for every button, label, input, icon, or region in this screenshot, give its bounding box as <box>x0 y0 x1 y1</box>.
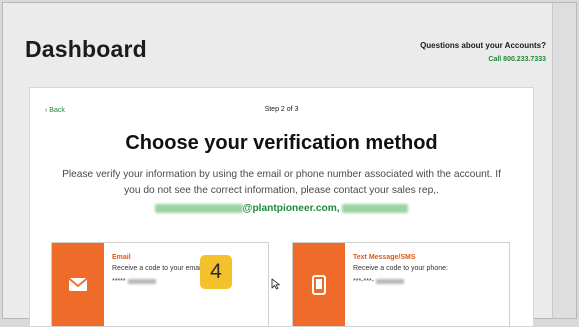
help-contact: Questions about your Accounts? Call 800.… <box>420 41 546 63</box>
email-domain: @plantpioneer.com, <box>242 203 340 214</box>
masked-email: ***** <box>112 278 156 285</box>
redacted-email-user <box>154 203 243 213</box>
step-badge: 4 <box>200 255 232 289</box>
masked-email-redaction <box>127 278 156 284</box>
description-line-2: you do not see the correct information, … <box>124 185 439 196</box>
email-option[interactable]: Email Receive a code to your email: ****… <box>51 242 269 327</box>
step-indicator: Step 2 of 3 <box>264 106 299 113</box>
help-phone-link[interactable]: Call 800.233.7333 <box>420 56 546 63</box>
app-window: Dashboard Questions about your Accounts?… <box>2 2 577 327</box>
sms-option-subtitle: Receive a code to your phone: <box>353 265 448 272</box>
sales-rep-email-line: @plantpioneer.com, <box>38 201 525 217</box>
masked-email-text: ***** <box>112 278 126 285</box>
sms-option-icon-panel <box>293 243 345 326</box>
redacted-email-second <box>342 203 409 213</box>
verification-card: ‹ Back Step 2 of 3 Choose your verificat… <box>29 87 534 327</box>
masked-phone-redaction <box>376 278 405 284</box>
mouse-cursor-icon <box>271 278 280 290</box>
email-option-title: Email <box>112 254 131 261</box>
mobile-phone-icon <box>312 274 326 295</box>
help-question: Questions about your Accounts? <box>420 41 546 50</box>
envelope-icon <box>68 277 88 291</box>
scrollbar-track[interactable] <box>552 3 576 318</box>
masked-phone: ***-***- <box>353 278 405 285</box>
page-title: Dashboard <box>25 36 147 62</box>
verification-heading: Choose your verification method <box>125 132 438 154</box>
email-option-subtitle: Receive a code to your email: <box>112 265 205 272</box>
verification-description: Please verify your information by using … <box>38 167 525 217</box>
sms-option-title: Text Message/SMS <box>353 254 416 261</box>
email-option-icon-panel <box>52 243 104 326</box>
sms-option[interactable]: Text Message/SMS Receive a code to your … <box>292 242 510 327</box>
description-line-1: Please verify your information by using … <box>62 169 501 180</box>
masked-phone-text: ***-***- <box>353 278 375 285</box>
